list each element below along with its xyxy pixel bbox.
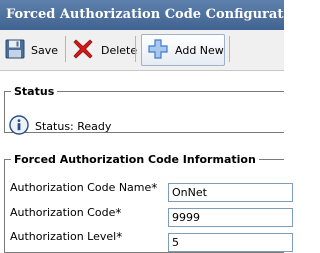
info-legend: Forced Authorization Code Information [14,153,256,166]
field-label-text: Authorization Code [10,206,116,219]
field-label-text: Authorization Level [10,230,117,243]
required-marker: * [151,181,158,195]
delete-button[interactable]: Delete [71,34,137,66]
status-legend: Status [14,85,55,98]
auth-level-label: Authorization Level* [10,230,122,244]
red-x-icon [71,37,95,64]
required-marker: * [115,206,122,220]
auth-code-name-input[interactable] [168,183,293,202]
page-title: Forced Authorization Code Configuration [0,0,306,30]
auth-level-input[interactable] [168,233,293,252]
page-title-text: Forced Authorization Code Configuration [6,7,307,22]
save-button[interactable]: Save [5,34,58,66]
add-new-button-label: Add New [175,43,224,57]
auth-code-info-section: Forced Authorization Code Information Au… [4,153,293,253]
auth-code-name-label: Authorization Code Name* [10,181,157,195]
status-row: Status: Ready [9,115,111,138]
toolbar-separator [135,36,136,62]
field-label-text: Authorization Code Name [10,181,152,194]
status-text: Status: Ready [35,120,112,133]
info-icon [9,115,29,138]
delete-button-label: Delete [101,43,138,57]
auth-code-input[interactable] [168,208,293,227]
save-button-label: Save [31,43,59,57]
status-section: Status Status: Ready [4,85,284,135]
toolbar-separator [229,36,230,62]
floppy-disk-icon [5,39,25,62]
add-new-button[interactable]: Add New [141,34,225,66]
toolbar: Save Delete Add New [0,30,284,71]
blue-plus-icon [147,38,169,63]
required-marker: * [116,230,123,244]
auth-code-label: Authorization Code* [10,206,121,220]
toolbar-separator [65,36,66,62]
